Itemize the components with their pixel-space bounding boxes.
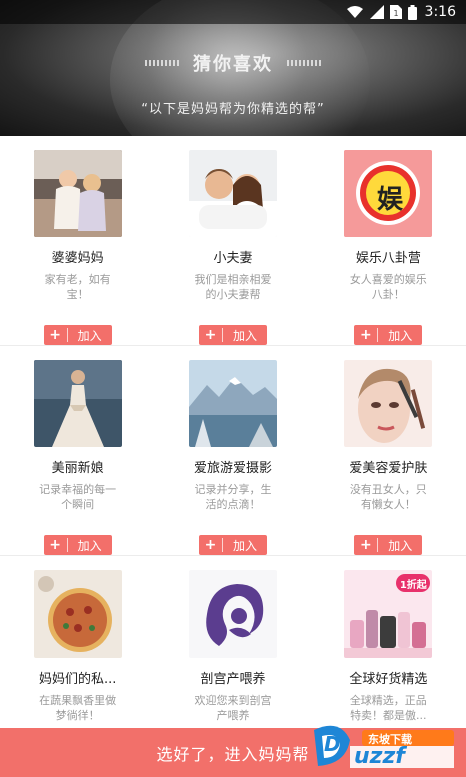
group-name: 妈妈们的私...	[38, 672, 117, 687]
join-label: 加入	[388, 538, 413, 553]
group-row: 美丽新娘 记录幸福的每一个瞬间 + 加入 爱旅游爱摄影 记录并分享，生活的点滴！	[0, 346, 466, 556]
join-button[interactable]: + 加入	[43, 325, 112, 346]
group-desc: 全球精选，正品特卖！都是傲...	[349, 694, 427, 722]
group-name: 婆婆妈妈	[51, 250, 104, 266]
group-thumb-csection	[188, 570, 277, 658]
group-card[interactable]: 婆婆妈妈 家有老，如有宝！ + 加入	[0, 136, 155, 346]
join-label: 加入	[77, 328, 102, 343]
join-label: 加入	[232, 538, 257, 553]
group-name: 爱旅游爱摄影	[193, 460, 272, 476]
group-name: 娱乐八卦营	[355, 250, 421, 266]
title-decoration-left	[145, 60, 179, 66]
group-grid: 婆婆妈妈 家有老，如有宝！ + 加入 小夫妻 我们是相亲相爱的小夫妻帮 + 加入…	[0, 136, 466, 766]
group-desc: 欢迎您来到剖宫产喂养	[194, 694, 272, 722]
sim-icon: 1	[389, 5, 402, 19]
title-decoration-right	[287, 60, 321, 66]
group-card[interactable]: 爱旅游爱摄影 记录并分享，生活的点滴！ + 加入	[155, 346, 310, 556]
group-desc: 女人喜爱的娱乐八卦！	[349, 272, 427, 301]
status-bar: 1 3:16	[0, 0, 466, 24]
group-card[interactable]: 娱乐八卦营 女人喜爱的娱乐八卦！ + 加入	[311, 136, 466, 346]
hero-title: 猜你喜欢	[193, 54, 273, 75]
entertainment-badge: 娱	[376, 185, 403, 215]
group-thumb-grandma	[33, 150, 122, 237]
hero-subtitle: “以下是妈妈帮为你精选的帮”	[141, 102, 325, 117]
join-button[interactable]: + 加入	[354, 325, 423, 346]
group-desc: 我们是相亲相爱的小夫妻帮	[194, 272, 272, 301]
group-thumb-travel	[188, 360, 277, 447]
join-button[interactable]: + 加入	[198, 535, 267, 556]
enter-button[interactable]: 选好了，进入妈妈帮	[0, 728, 466, 777]
join-button[interactable]: + 加入	[198, 325, 267, 346]
wifi-icon	[346, 6, 363, 18]
group-name: 小夫妻	[213, 250, 253, 266]
group-desc: 家有老，如有宝！	[44, 272, 111, 301]
group-desc: 没有丑女人，只有懒女人！	[349, 482, 427, 511]
plus-icon: +	[354, 328, 379, 343]
join-label: 加入	[77, 538, 102, 553]
enter-button-label: 选好了，进入妈妈帮	[156, 744, 310, 764]
group-desc: 记录幸福的每一个瞬间	[39, 482, 117, 511]
signal-icon	[369, 5, 384, 19]
group-thumb-food	[33, 570, 122, 658]
svg-text:1: 1	[393, 9, 398, 18]
group-desc: 记录并分享，生活的点滴！	[194, 482, 272, 511]
status-time: 3:16	[424, 4, 456, 20]
plus-icon: +	[354, 538, 379, 553]
plus-icon: +	[44, 538, 68, 553]
group-name: 爱美容爱护肤	[349, 460, 428, 476]
group-name: 剖宫产喂养	[200, 672, 266, 687]
group-thumb-beauty	[344, 360, 433, 447]
plus-icon: +	[44, 328, 68, 343]
group-desc: 在蔬果飘香里做梦徜徉！	[39, 694, 117, 722]
join-button[interactable]: + 加入	[43, 535, 112, 556]
group-thumb-shopping: 1折起	[344, 570, 433, 658]
group-card[interactable]: 爱美容爱护肤 没有丑女人，只有懒女人！ + 加入	[311, 346, 466, 556]
group-name: 美丽新娘	[51, 460, 104, 476]
plus-icon: +	[199, 538, 223, 553]
join-label: 加入	[232, 328, 257, 343]
group-card[interactable]: 美丽新娘 记录幸福的每一个瞬间 + 加入	[0, 346, 155, 556]
join-label: 加入	[388, 328, 413, 343]
join-button[interactable]: + 加入	[354, 535, 423, 556]
battery-icon	[407, 4, 417, 20]
discount-tag: 1折起	[399, 580, 427, 591]
group-thumb-couple	[188, 150, 277, 237]
group-card[interactable]: 小夫妻 我们是相亲相爱的小夫妻帮 + 加入	[155, 136, 310, 346]
plus-icon: +	[199, 328, 223, 343]
group-name: 全球好货精选	[349, 672, 428, 687]
group-row: 婆婆妈妈 家有老，如有宝！ + 加入 小夫妻 我们是相亲相爱的小夫妻帮 + 加入…	[0, 136, 466, 346]
group-thumb-bride	[33, 360, 122, 447]
